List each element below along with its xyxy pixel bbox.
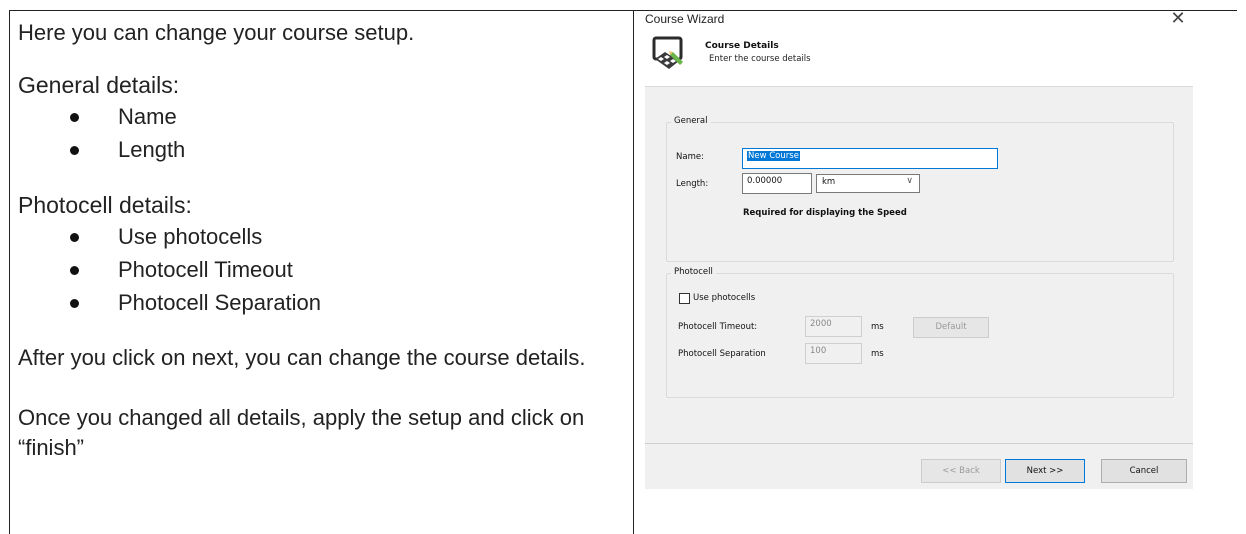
list-item: Length xyxy=(70,135,618,168)
name-label: Name: xyxy=(676,152,704,162)
cancel-button[interactable]: Cancel xyxy=(1101,459,1187,483)
bullet-icon xyxy=(70,266,79,275)
back-button[interactable]: << Back xyxy=(921,459,1001,483)
photocell-details-list: Use photocells Photocell Timeout Photoce… xyxy=(18,222,618,321)
intro-text: Here you can change your course setup. xyxy=(18,20,415,45)
name-value: New Course xyxy=(747,151,800,161)
general-details-heading: General details: xyxy=(18,72,180,98)
list-item: Use photocells xyxy=(70,222,618,255)
dialog-footer: << Back Next >> Cancel xyxy=(645,443,1193,489)
header-subtitle: Enter the course details xyxy=(709,54,811,64)
course-wizard-dialog: Course Wizard ✕ Course Details Enter the… xyxy=(645,9,1193,489)
bullet-icon xyxy=(70,146,79,155)
general-details-list: Name Length xyxy=(18,102,618,168)
general-group-label: General xyxy=(671,116,711,126)
photocell-timeout-input[interactable]: 2000 xyxy=(805,316,862,337)
unit-select[interactable]: km ∨ xyxy=(816,174,920,193)
list-item: Photocell Timeout xyxy=(70,255,618,288)
table-top-border xyxy=(9,10,1237,11)
photocell-group-label: Photocell xyxy=(671,267,716,277)
photocell-separation-input[interactable]: 100 xyxy=(805,343,862,364)
course-name-input[interactable]: New Course xyxy=(742,148,998,169)
chevron-down-icon: ∨ xyxy=(906,176,913,186)
dialog-body: General Name: New Course Length: 0.00000… xyxy=(645,86,1193,443)
use-photocells-checkbox[interactable] xyxy=(679,293,690,304)
unit-value: km xyxy=(822,177,836,187)
length-label: Length: xyxy=(676,179,709,189)
bullet-icon xyxy=(70,233,79,242)
table-left-border xyxy=(9,10,10,534)
photocell-timeout-label: Photocell Timeout: xyxy=(678,322,758,332)
next-button[interactable]: Next >> xyxy=(1005,459,1085,483)
window-title: Course Wizard xyxy=(645,12,725,26)
header-title: Course Details xyxy=(705,41,779,51)
bullet-icon xyxy=(70,299,79,308)
photocell-separation-label: Photocell Separation xyxy=(678,349,766,359)
photocell-details-heading: Photocell details: xyxy=(18,192,192,218)
close-icon[interactable]: ✕ xyxy=(1168,9,1188,29)
timeout-unit: ms xyxy=(871,322,884,332)
instructions-column: Here you can change your course setup. G… xyxy=(18,18,618,463)
table-column-divider xyxy=(633,10,634,534)
separation-unit: ms xyxy=(871,349,884,359)
required-note: Required for displaying the Speed xyxy=(743,208,907,218)
course-wizard-icon xyxy=(649,36,685,72)
list-item: Name xyxy=(70,102,618,135)
length-input[interactable]: 0.00000 xyxy=(742,173,812,194)
finish-note: Once you changed all details, apply the … xyxy=(18,405,585,460)
list-item: Photocell Separation xyxy=(70,288,618,321)
bullet-icon xyxy=(70,113,79,122)
default-button[interactable]: Default xyxy=(913,317,989,338)
next-note: After you click on next, you can change … xyxy=(18,345,586,370)
use-photocells-label: Use photocells xyxy=(693,293,756,303)
title-bar: Course Wizard ✕ xyxy=(645,9,1193,32)
